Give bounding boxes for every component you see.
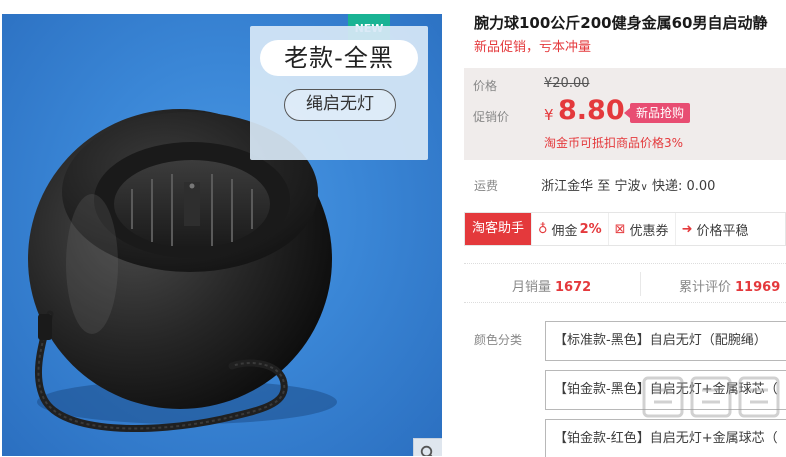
shipping-row: 运费 浙江金华 至 宁波∨ 快递: 0.00: [474, 175, 715, 194]
coupon-label: 优惠券: [629, 223, 669, 239]
promo-price: 8.80: [558, 95, 625, 126]
shipping-to-word: 至: [597, 179, 611, 194]
monthly-sales-label: 月销量: [512, 280, 552, 295]
shipping-destination: 宁波: [614, 179, 641, 194]
shipping-express: 快递: 0.00: [651, 179, 716, 194]
shipping-from: 浙江金华: [541, 179, 594, 194]
product-subtitle: 新品促销，亏本冲量: [474, 40, 592, 55]
commission-value: 2%: [579, 221, 602, 237]
taoke-assistant-button[interactable]: 淘客助手: [465, 213, 532, 245]
coupon-button[interactable]: ⊠ 优惠券: [607, 213, 675, 245]
chevron-down-icon: ∨: [640, 182, 648, 193]
taoke-toolbar: 淘客助手 ♁ 佣金 2% ⊠ 优惠券 ➜ 价格平稳: [464, 212, 786, 246]
cumulative-reviews[interactable]: 累计评价 11969: [679, 276, 780, 295]
price-trend-button[interactable]: ➜ 价格平稳: [674, 213, 755, 245]
commission-button[interactable]: ♁ 佣金 2%: [531, 213, 608, 245]
monthly-sales-value: 1672: [555, 280, 592, 295]
money-bag-icon: ♁: [538, 221, 548, 237]
monthly-sales: 月销量 1672: [512, 276, 591, 295]
promo-tag: 新品抢购: [623, 103, 691, 123]
shipping-label: 运费: [474, 179, 499, 193]
overlay-tag-old: 老款-全黑: [260, 40, 418, 76]
color-option-label: 颜色分类: [474, 333, 523, 347]
zoom-button[interactable]: [413, 438, 442, 456]
overlay-tag-rope: 绳启无灯: [284, 89, 396, 121]
product-page: NEW 老款-全黑 绳启无灯 腕力球100公斤200健身金属60男自启动静 新品…: [0, 0, 786, 457]
reviews-label: 累计评价: [679, 280, 732, 295]
commission-label: 佣金: [551, 223, 578, 239]
promo-price-label: 促销价: [473, 110, 510, 124]
original-price: ¥20.00: [544, 76, 590, 91]
color-option[interactable]: 【标准款-黑色】自启无灯（配腕绳）: [545, 321, 786, 361]
product-main-image[interactable]: NEW 老款-全黑 绳启无灯: [2, 14, 442, 456]
arrow-right-icon: ➜: [681, 221, 693, 237]
price-box: 价格 ¥20.00 促销价 ¥ 8.80 新品抢购 淘金币可抵扣商品价格3%: [464, 68, 786, 160]
color-option[interactable]: 【铂金款-红色】自启无灯+金属球芯（: [545, 419, 786, 457]
coupon-icon: ⊠: [614, 221, 626, 237]
original-price-label: 价格: [473, 79, 498, 93]
reviews-value: 11969: [735, 280, 781, 295]
sales-stats: 月销量 1672 累计评价 11969: [464, 263, 786, 303]
shipping-destination-select[interactable]: 宁波∨: [614, 179, 647, 194]
color-option[interactable]: 【铂金款-黑色】自启无灯+金属球芯（: [545, 370, 786, 410]
image-overlay-card: 老款-全黑 绳启无灯: [250, 26, 428, 160]
currency-symbol: ¥: [544, 106, 554, 124]
search-icon: [420, 445, 433, 456]
price-trend-label: 价格平稳: [696, 223, 749, 239]
product-title: 腕力球100公斤200健身金属60男自启动静: [474, 14, 768, 32]
coin-discount-note[interactable]: 淘金币可抵扣商品价格3%: [544, 134, 683, 151]
stats-divider: [640, 272, 641, 296]
